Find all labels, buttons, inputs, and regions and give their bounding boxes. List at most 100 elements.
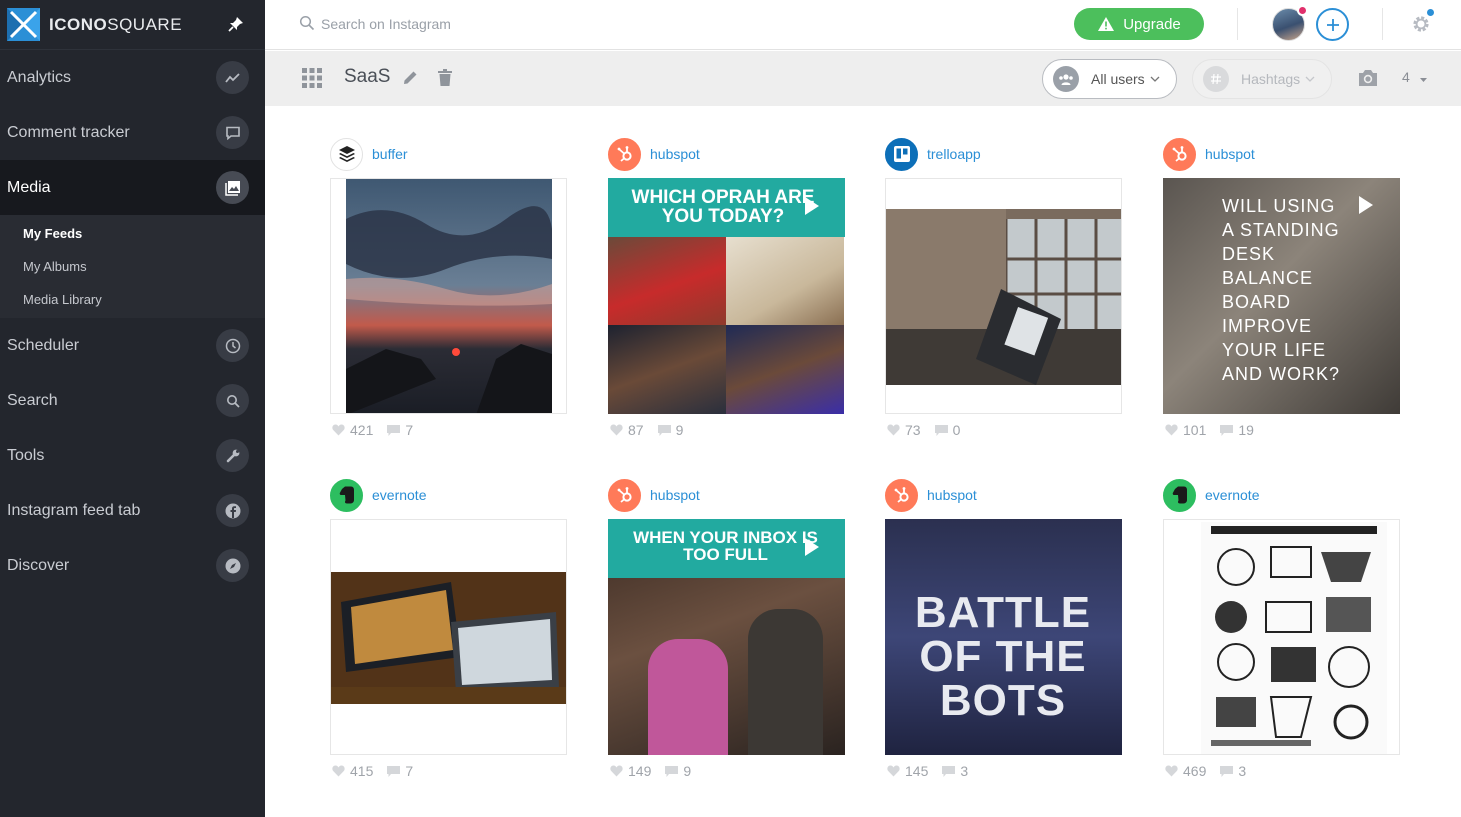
play-icon[interactable] [805,197,819,215]
pencil-icon[interactable] [402,69,419,86]
media-submenu: My Feeds My Albums Media Library [0,215,265,318]
search-input[interactable] [321,12,621,36]
heart-icon [610,765,623,777]
sidebar-item-discover[interactable]: Discover [0,538,265,593]
likes-count: 469 [1183,763,1207,779]
account-name[interactable]: hubspot [650,487,700,503]
submenu-item-media-library[interactable]: Media Library [0,283,265,316]
play-icon[interactable] [805,538,819,556]
account-name[interactable]: buffer [372,146,408,162]
submenu-item-my-albums[interactable]: My Albums [0,250,265,283]
post-media[interactable]: WHICH OPRAH ARE YOU TODAY? [608,178,845,414]
hubspot-logo-icon [608,137,641,171]
infographic-sketch [1201,522,1387,754]
hashtag-icon [1203,66,1229,92]
comments-count: 19 [1238,422,1254,438]
post-media[interactable] [330,519,567,755]
post-media[interactable] [885,178,1122,414]
feed-title: SaaS [344,66,391,87]
account-name[interactable]: hubspot [1205,146,1255,162]
sidebar-item-search[interactable]: Search [0,373,265,428]
heart-icon [887,424,900,436]
post-media[interactable]: WHEN YOUR INBOX IS TOO FULL [608,519,845,755]
iconosquare-logo-icon [7,8,40,41]
comments-count: 0 [952,422,961,438]
feed-toolbar: SaaS All users Hashtags 4 [265,51,1461,106]
sidebar-item-label: Analytics [7,68,72,86]
comment-icon [942,765,956,777]
sidebar-item-media[interactable]: Media [0,160,265,215]
likes-count: 145 [905,763,929,779]
account-name[interactable]: hubspot [927,487,977,503]
comment-icon [1220,765,1234,777]
image-caption: BATTLE OF THE BOTS [914,588,1092,725]
chevron-down-icon [1305,76,1315,82]
pin-icon[interactable] [227,15,245,33]
sidebar-item-comment-tracker[interactable]: Comment tracker [0,105,265,160]
columns-dropdown[interactable]: 4 [1402,69,1427,85]
play-icon[interactable] [1359,196,1373,214]
sidebar-item-tools[interactable]: Tools [0,428,265,483]
users-icon [1053,66,1079,92]
divider [1382,8,1383,40]
likes-count: 87 [628,422,644,438]
sidebar-item-label: Tools [7,446,45,464]
heart-icon [610,424,623,436]
video-caption: WHICH OPRAH ARE YOU TODAY? [631,187,815,227]
account-name[interactable]: evernote [372,487,426,503]
heart-icon [1165,765,1178,777]
trash-icon[interactable] [438,69,452,86]
hubspot-logo-icon [608,478,641,512]
top-bar: Upgrade [265,0,1461,50]
comments-count: 7 [405,422,414,438]
facebook-icon [216,494,249,527]
comment-icon [1220,424,1234,436]
sidebar-item-label: Discover [7,556,70,574]
sidebar-item-label: Scheduler [7,336,80,354]
trello-logo-icon [885,137,918,171]
image-icon [216,171,249,204]
likes-count: 421 [350,422,374,438]
sidebar-item-label: Instagram feed tab [7,501,141,519]
sidebar-item-instagram-feed-tab[interactable]: Instagram feed tab [0,483,265,538]
comments-count: 7 [405,763,414,779]
sidebar: ICONOSQUARE Analytics Comment tracker Me… [0,0,265,817]
account-name[interactable]: hubspot [650,146,700,162]
compass-icon [216,549,249,582]
likes-count: 149 [628,763,652,779]
notification-dot [1427,9,1434,16]
logo[interactable]: ICONOSQUARE [0,0,265,50]
account-name[interactable]: evernote [1205,487,1259,503]
post-media[interactable] [1163,519,1400,755]
post-media[interactable]: WILL USING A STANDING DESK BALANCE BOARD… [1163,178,1400,414]
upgrade-label: Upgrade [1123,15,1181,33]
search-icon [299,15,315,31]
post-media[interactable]: BATTLE OF THE BOTS [885,519,1122,755]
submenu-item-my-feeds[interactable]: My Feeds [0,217,265,250]
sidebar-item-scheduler[interactable]: Scheduler [0,318,265,373]
likes-count: 101 [1183,422,1207,438]
video-caption: WHEN YOUR INBOX IS TOO FULL [633,528,818,564]
upgrade-button[interactable]: Upgrade [1074,8,1204,40]
post-media[interactable] [330,178,567,414]
camera-icon[interactable] [1357,68,1379,88]
plus-icon [1326,18,1339,31]
comment-icon [665,765,679,777]
account-name[interactable]: trelloapp [927,146,981,162]
buffer-logo-icon [330,137,363,171]
heart-icon [1165,424,1178,436]
users-filter-dropdown[interactable]: All users [1042,59,1177,99]
sidebar-item-analytics[interactable]: Analytics [0,50,265,105]
hashtags-filter-dropdown[interactable]: Hashtags [1192,59,1332,99]
instagram-badge-icon [1297,5,1308,16]
divider [1237,8,1238,40]
comments-count: 3 [960,763,969,779]
clock-icon [216,329,249,362]
office-photo [886,209,1121,385]
add-account-button[interactable] [1316,8,1349,41]
gear-icon[interactable] [1411,14,1431,34]
heart-icon [887,765,900,777]
comments-count: 9 [675,422,684,438]
grid-icon[interactable] [302,68,322,88]
columns-value: 4 [1402,69,1410,85]
